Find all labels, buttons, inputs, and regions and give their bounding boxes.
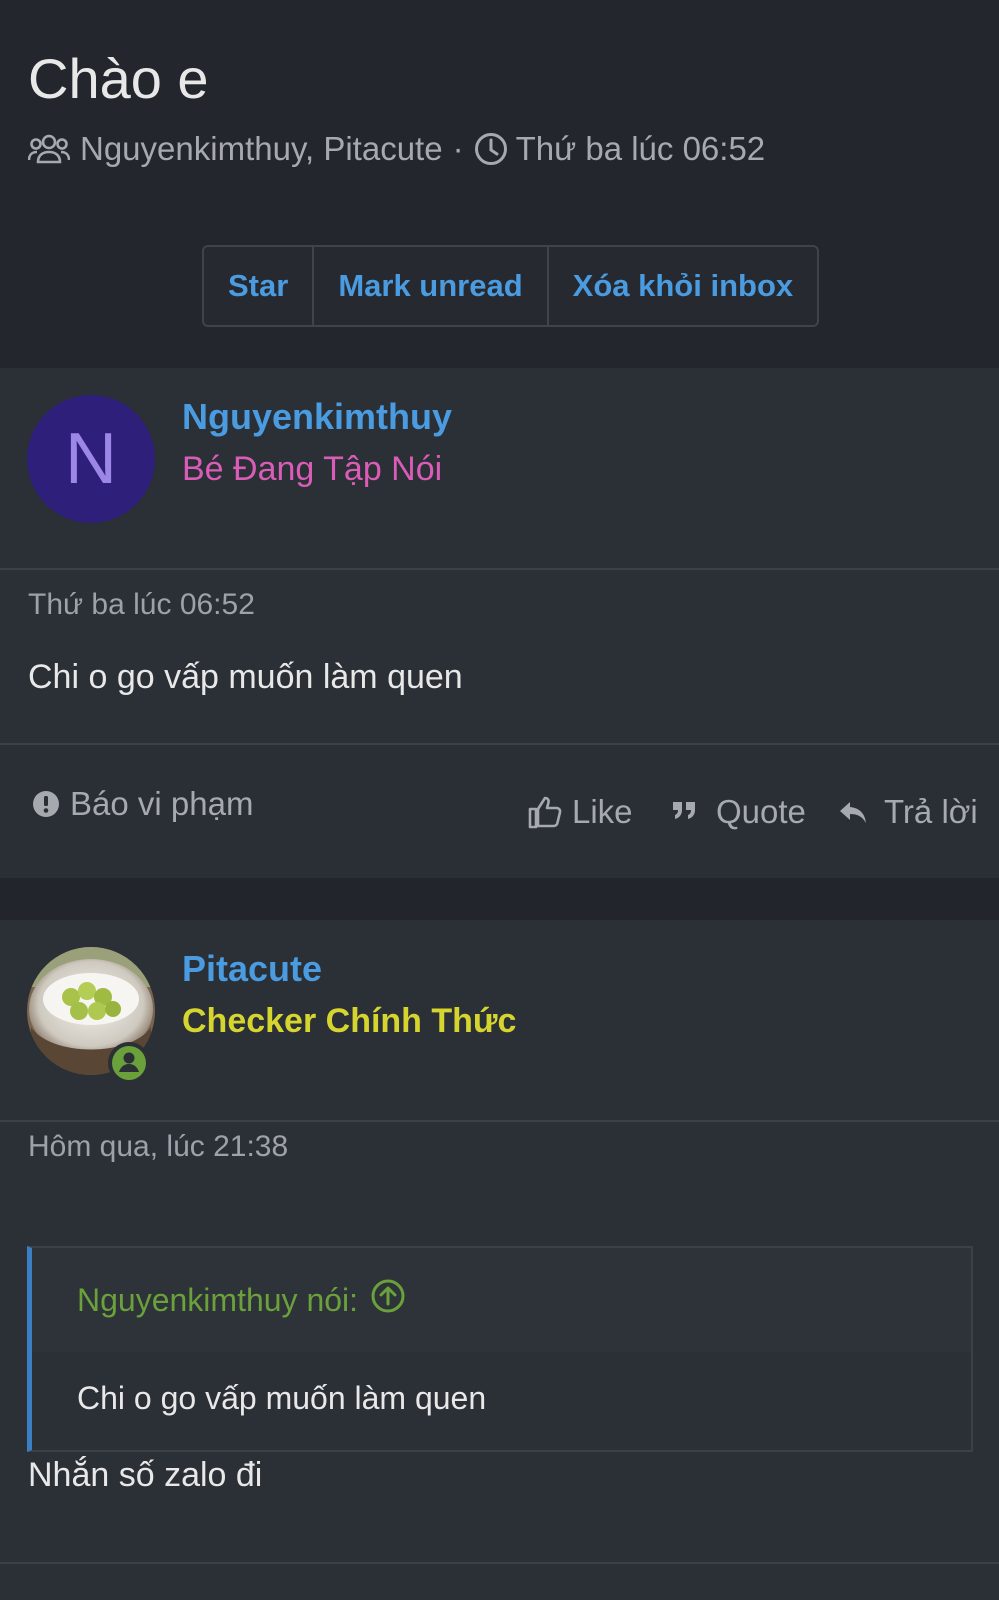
reply-button[interactable]: Trả lời (838, 793, 978, 831)
quote-button[interactable]: Quote (670, 793, 806, 831)
arrow-up-circle-icon[interactable] (358, 1278, 406, 1322)
report-button[interactable]: Báo vi phạm (32, 785, 253, 823)
avatar[interactable]: N (27, 395, 155, 523)
author-name[interactable]: Pitacute (182, 948, 322, 990)
quote-label: Quote (716, 793, 806, 830)
conversation-actions: Star Mark unread Xóa khỏi inbox (202, 245, 820, 327)
clock-icon (474, 132, 508, 166)
message-time[interactable]: Hôm qua, lúc 21:38 (28, 1130, 288, 1164)
quote-block: Nguyenkimthuy nói: Chi o go vấp muốn làm… (27, 1246, 973, 1452)
conversation-meta: Nguyenkimthuy, Pitacute · Thứ ba lúc 06:… (28, 130, 765, 168)
message-text: Chi o go vấp muốn làm quen (28, 658, 463, 696)
quote-attribution[interactable]: Nguyenkimthuy nói: (77, 1278, 406, 1322)
participants-list[interactable]: Nguyenkimthuy, Pitacute (80, 130, 443, 168)
users-icon (28, 133, 70, 165)
user-title: Checker Chính Thức (182, 1002, 517, 1040)
reply-label: Trả lời (884, 793, 978, 830)
meta-separator: · (452, 130, 464, 167)
quote-attribution-text: Nguyenkimthuy nói: (77, 1281, 359, 1318)
like-label: Like (572, 793, 633, 830)
conversation-title: Chào e (28, 47, 209, 110)
quote-icon (670, 794, 710, 830)
divider (0, 1562, 999, 1564)
message-footer: Báo vi phạm Like Quote Trả lời (0, 743, 999, 878)
message-author-bar: N Nguyenkimthuy Bé Đang Tập Nói (0, 368, 999, 570)
conversation-header: Chào e Nguyenkimthuy, Pitacute · Thứ ba … (0, 0, 999, 368)
star-button[interactable]: Star (204, 247, 315, 325)
mark-unread-button[interactable]: Mark unread (314, 247, 549, 325)
conversation-time: Thứ ba lúc 06:52 (515, 130, 766, 167)
message-time[interactable]: Thứ ba lúc 06:52 (28, 588, 255, 622)
thumbs-up-icon (526, 794, 572, 830)
message-2: Pitacute Checker Chính Thức Hôm qua, lúc… (0, 920, 999, 1600)
author-name[interactable]: Nguyenkimthuy (182, 396, 452, 438)
remove-from-inbox-button[interactable]: Xóa khỏi inbox (549, 247, 817, 325)
user-online-icon (108, 1042, 150, 1084)
like-button[interactable]: Like (526, 793, 633, 831)
report-label: Báo vi phạm (70, 785, 254, 822)
quote-text: Chi o go vấp muốn làm quen (77, 1380, 487, 1416)
quote-body: Chi o go vấp muốn làm quen (32, 1352, 971, 1450)
user-title: Bé Đang Tập Nói (182, 450, 443, 488)
message-author-bar: Pitacute Checker Chính Thức (0, 920, 999, 1122)
exclamation-circle-icon (32, 790, 70, 818)
reply-icon (838, 797, 878, 827)
message-1: N Nguyenkimthuy Bé Đang Tập Nói Thứ ba l… (0, 368, 999, 878)
message-text: Nhắn số zalo đi (28, 1456, 263, 1494)
